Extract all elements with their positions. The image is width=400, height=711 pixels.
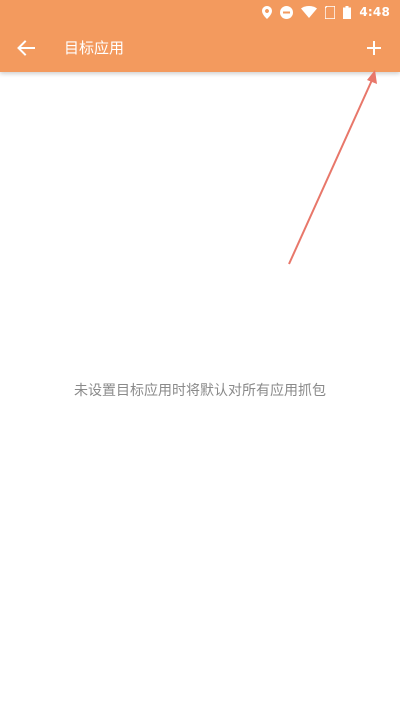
- status-icons: 4:48: [262, 3, 390, 21]
- add-app-button[interactable]: [356, 30, 392, 66]
- battery-icon: [343, 5, 352, 19]
- app-bar: 4:48 目标应用: [0, 0, 400, 72]
- status-time: 4:48: [359, 5, 390, 19]
- arrow-left-icon: [17, 40, 35, 56]
- back-button[interactable]: [8, 30, 44, 66]
- plus-icon: [367, 41, 381, 55]
- status-bar: 4:48: [0, 0, 400, 24]
- wifi-icon: [301, 6, 318, 18]
- toolbar: 目标应用: [0, 24, 400, 72]
- do-not-disturb-icon: [280, 5, 294, 19]
- location-icon: [262, 5, 273, 19]
- page-title: 目标应用: [64, 39, 125, 57]
- empty-state-message: 未设置目标应用时将默认对所有应用抓包: [74, 383, 326, 399]
- annotation-arrow: [288, 70, 377, 265]
- sim-icon: [325, 5, 336, 19]
- app-screen: 4:48 目标应用 未设置目标应用时将默认对所有应用抓包: [0, 0, 400, 711]
